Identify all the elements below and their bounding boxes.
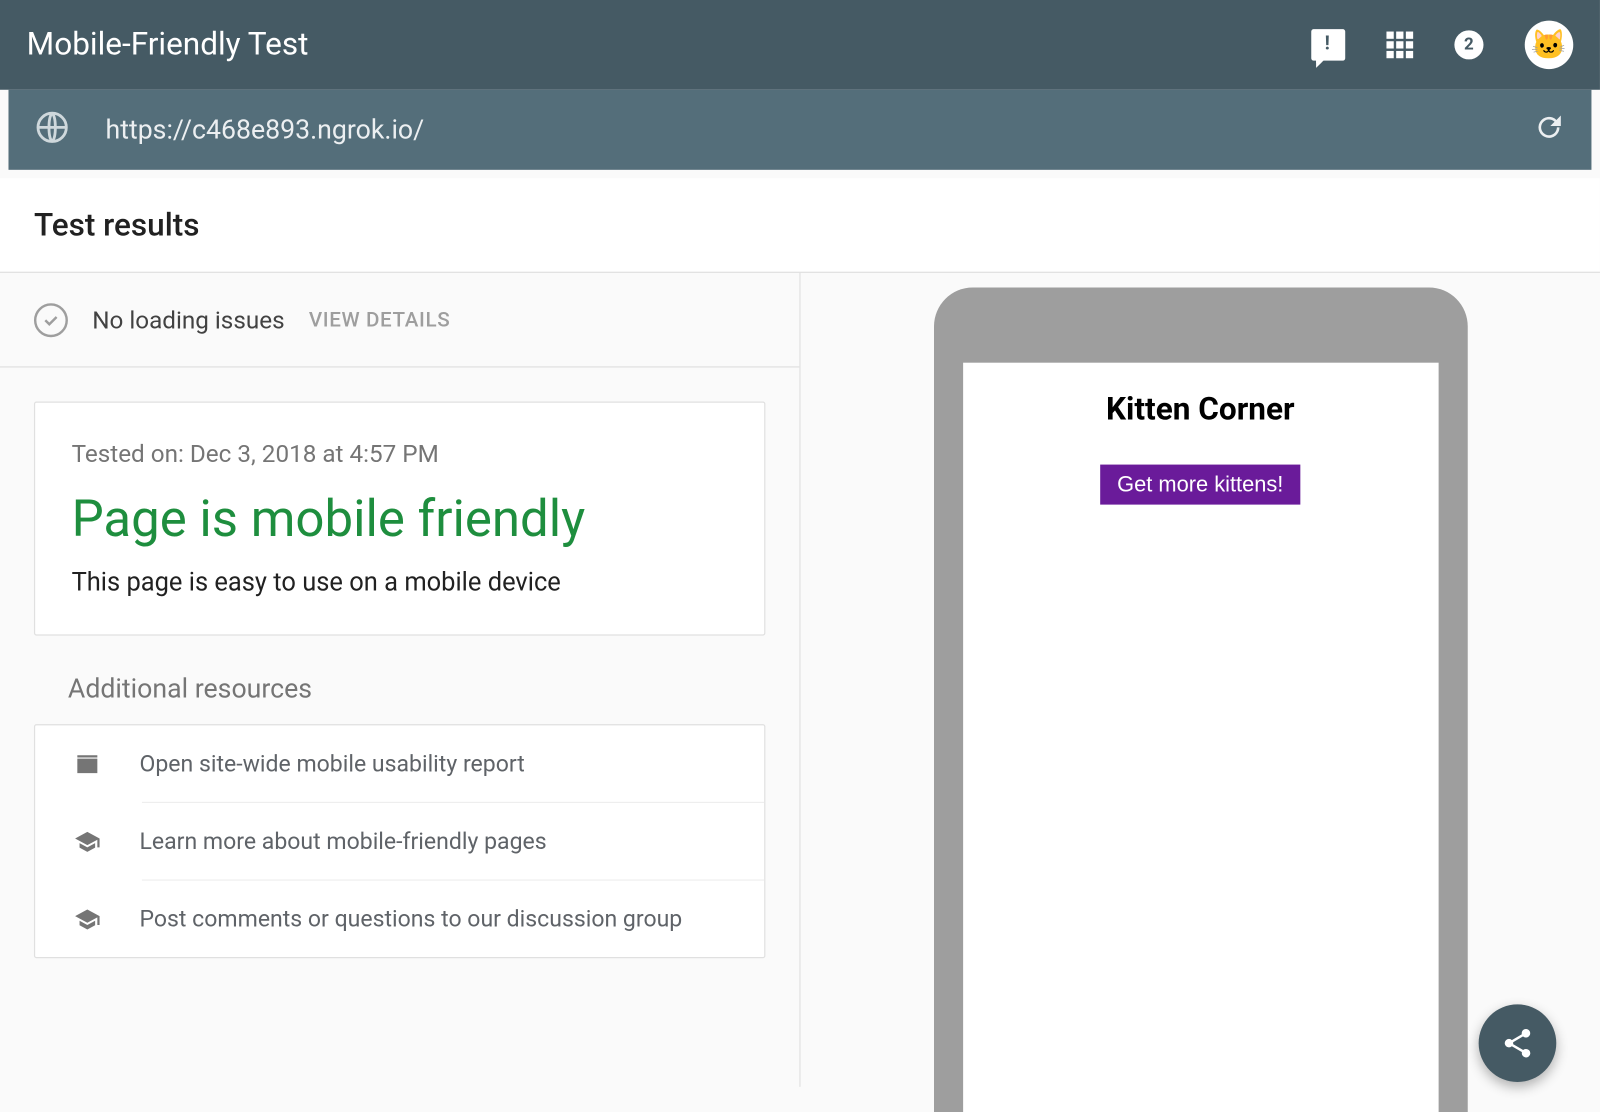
verdict-subtitle: This page is easy to use on a mobile dev…: [72, 569, 728, 598]
avatar[interactable]: 🐱: [1525, 21, 1574, 70]
resource-item-learn-more[interactable]: Learn more about mobile-friendly pages: [142, 802, 764, 880]
share-icon: [1500, 1026, 1534, 1060]
main-content: No loading issues VIEW DETAILS Tested on…: [0, 273, 1600, 1087]
resource-label: Learn more about mobile-friendly pages: [139, 827, 546, 855]
results-header: Test results: [0, 178, 1600, 273]
resource-label: Post comments or questions to our discus…: [139, 905, 682, 933]
top-app-bar: Mobile-Friendly Test 2 🐱: [0, 0, 1600, 90]
device-screen-preview: Kitten Corner Get more kittens!: [963, 363, 1438, 1112]
right-column: Kitten Corner Get more kittens!: [801, 273, 1600, 1087]
topbar-actions: 2 🐱: [1311, 21, 1573, 70]
verdict-card: Tested on: Dec 3, 2018 at 4:57 PM Page i…: [34, 402, 765, 636]
resource-item-discussion-group[interactable]: Post comments or questions to our discus…: [142, 879, 764, 957]
preview-get-kittens-button: Get more kittens!: [1100, 465, 1300, 505]
share-fab[interactable]: [1479, 1004, 1557, 1082]
device-frame: Kitten Corner Get more kittens!: [933, 287, 1467, 1112]
preview-page-title: Kitten Corner: [987, 392, 1414, 428]
results-heading: Test results: [34, 207, 200, 243]
status-text: No loading issues: [92, 305, 284, 334]
verdict-title: Page is mobile friendly: [72, 490, 728, 549]
feedback-icon[interactable]: [1311, 29, 1345, 61]
resource-item-usability-report[interactable]: Open site-wide mobile usability report: [35, 725, 764, 801]
globe-icon: [35, 110, 69, 149]
url-input[interactable]: https://c468e893.ngrok.io/: [106, 115, 425, 145]
left-column: No loading issues VIEW DETAILS Tested on…: [0, 273, 801, 1087]
view-details-button[interactable]: VIEW DETAILS: [309, 307, 450, 331]
url-bar: https://c468e893.ngrok.io/: [8, 90, 1591, 170]
resources-section-label: Additional resources: [68, 674, 765, 704]
resource-label: Open site-wide mobile usability report: [139, 750, 524, 778]
resources-card: Open site-wide mobile usability report L…: [34, 724, 765, 958]
apps-grid-icon[interactable]: [1386, 32, 1413, 59]
check-circle-icon: [34, 303, 68, 337]
tested-on-text: Tested on: Dec 3, 2018 at 4:57 PM: [72, 439, 728, 468]
school-icon: [72, 906, 104, 933]
refresh-icon[interactable]: [1533, 112, 1565, 148]
loading-status-row: No loading issues VIEW DETAILS: [0, 273, 799, 368]
app-title: Mobile-Friendly Test: [27, 27, 309, 63]
webpage-icon: [72, 750, 104, 777]
notifications-badge[interactable]: 2: [1454, 30, 1483, 59]
school-icon: [72, 828, 104, 855]
